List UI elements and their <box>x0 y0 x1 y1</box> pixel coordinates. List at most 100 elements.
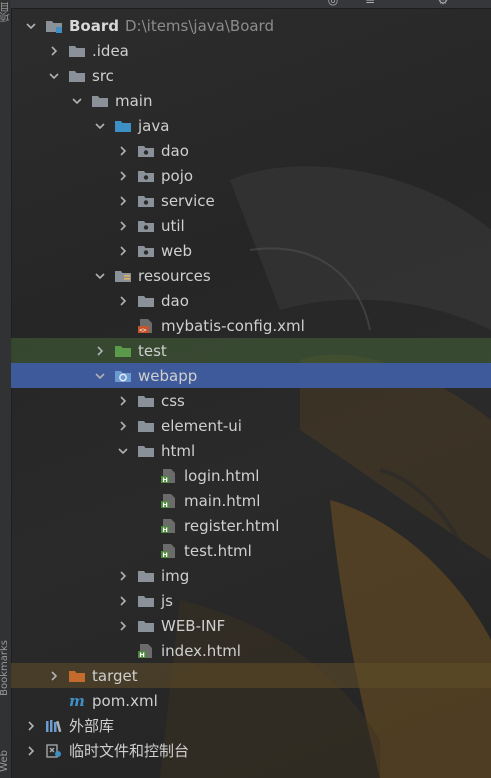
chevron-right-icon[interactable] <box>23 743 39 759</box>
html-file-icon: H <box>160 518 178 534</box>
tree-item-label: resources <box>138 266 211 285</box>
test-folder-icon <box>114 343 132 359</box>
chevron-right-icon[interactable] <box>115 243 131 259</box>
tree-row-element-ui[interactable]: element-ui <box>11 413 491 438</box>
package-icon <box>137 143 155 159</box>
svg-text:H: H <box>162 551 167 559</box>
chevron-down-icon[interactable] <box>92 268 108 284</box>
svg-text:H: H <box>139 651 144 659</box>
libraries-icon <box>45 718 63 734</box>
chevron-right-icon[interactable] <box>115 418 131 434</box>
tree-row-web-inf[interactable]: WEB-INF <box>11 613 491 638</box>
chevron-right-icon[interactable] <box>115 143 131 159</box>
tree-item-label: js <box>161 591 173 610</box>
package-icon <box>137 168 155 184</box>
folder-icon <box>91 93 109 109</box>
expand-icon[interactable]: ⌃ <box>395 0 409 7</box>
web-folder-icon <box>114 368 132 384</box>
chevron-right-icon[interactable] <box>115 293 131 309</box>
tree-row-mybatis-config-xml[interactable]: <> mybatis-config.xml <box>11 313 491 338</box>
gear-icon[interactable]: ⚙ <box>436 0 450 7</box>
tree-item-label: css <box>161 391 185 410</box>
chevron-down-icon[interactable] <box>92 368 108 384</box>
folder-icon <box>137 593 155 609</box>
tree-item-label: mybatis-config.xml <box>161 316 305 335</box>
tree-row-service[interactable]: service <box>11 188 491 213</box>
tree-row-pom-xml[interactable]: m pom.xml <box>11 688 491 713</box>
chevron-right-icon[interactable] <box>115 218 131 234</box>
chevron-down-icon[interactable] <box>46 68 62 84</box>
chevron-right-icon[interactable] <box>115 618 131 634</box>
tree-row-main[interactable]: main <box>11 88 491 113</box>
tree-row-main-html[interactable]: Hmain.html <box>11 488 491 513</box>
tree-row-img[interactable]: img <box>11 563 491 588</box>
tree-row-dao[interactable]: dao <box>11 288 491 313</box>
tree-item-label: 外部库 <box>69 717 115 735</box>
tree-row-login-html[interactable]: Hlogin.html <box>11 463 491 488</box>
module-folder-icon <box>45 18 63 34</box>
folder-icon <box>137 418 155 434</box>
tree-row-dao[interactable]: dao <box>11 138 491 163</box>
chevron-right-icon[interactable] <box>115 168 131 184</box>
tree-item-label: .idea <box>92 41 129 60</box>
tree-row-resources[interactable]: resources <box>11 263 491 288</box>
chevron-right-icon[interactable] <box>23 718 39 734</box>
chevron-down-icon[interactable] <box>115 443 131 459</box>
tree-row-临时文件和控制台[interactable]: 临时文件和控制台 <box>11 738 491 763</box>
chevron-right-icon[interactable] <box>46 43 62 59</box>
chevron-down-icon[interactable] <box>23 18 39 34</box>
chevron-right-icon[interactable] <box>115 593 131 609</box>
xml-file-icon: <> <box>137 318 155 334</box>
tree-item-label: target <box>92 666 138 685</box>
html-file-icon: H <box>137 643 155 659</box>
tree-row-外部库[interactable]: 外部库 <box>11 713 491 738</box>
tree-row-web[interactable]: web <box>11 238 491 263</box>
chevron-down-icon[interactable] <box>92 118 108 134</box>
tree-item-label: dao <box>161 141 189 160</box>
chevron-right-icon[interactable] <box>92 343 108 359</box>
tree-item-label: test.html <box>184 541 252 560</box>
tree-item-label: util <box>161 216 185 235</box>
tree-row-java[interactable]: java <box>11 113 491 138</box>
chevron-right-icon[interactable] <box>115 393 131 409</box>
tree-row-js[interactable]: js <box>11 588 491 613</box>
tree-item-label: service <box>161 191 215 210</box>
tree-row-register-html[interactable]: Hregister.html <box>11 513 491 538</box>
tree-row-html[interactable]: html <box>11 438 491 463</box>
tree-item-label: dao <box>161 291 189 310</box>
bookmarks-tab-label[interactable]: Bookmarks <box>0 640 10 696</box>
html-file-icon: H <box>160 468 178 484</box>
tree-row-util[interactable]: util <box>11 213 491 238</box>
tree-row-index-html[interactable]: Hindex.html <box>11 638 491 663</box>
tree-row-board[interactable]: Board D:\items\java\Board <box>11 13 491 38</box>
tree-row-test-html[interactable]: Htest.html <box>11 538 491 563</box>
tree-item-label: src <box>92 66 114 85</box>
tree-row-pojo[interactable]: pojo <box>11 163 491 188</box>
web-tab-label[interactable]: Web <box>0 750 10 772</box>
folder-icon <box>68 68 86 84</box>
folder-icon <box>137 618 155 634</box>
tree-item-label: 临时文件和控制台 <box>69 742 190 760</box>
tree-row-src[interactable]: src <box>11 63 491 88</box>
tree-item-label: web <box>161 241 193 260</box>
collapse-all-icon[interactable]: ≡ <box>363 0 377 7</box>
tree-row-webapp[interactable]: webapp <box>11 363 491 388</box>
tree-row-css[interactable]: css <box>11 388 491 413</box>
folder-icon <box>137 443 155 459</box>
tree-row-target[interactable]: target <box>11 663 491 688</box>
tree-item-label: test <box>138 341 167 360</box>
tree-row-test[interactable]: test <box>11 338 491 363</box>
tree-item-label: html <box>161 441 196 460</box>
chevron-right-icon[interactable] <box>115 568 131 584</box>
locate-icon[interactable]: ◎ <box>326 0 340 7</box>
svg-text:<>: <> <box>139 327 147 334</box>
tree-row--idea[interactable]: .idea <box>11 38 491 63</box>
chevron-right-icon[interactable] <box>46 668 62 684</box>
chevron-down-icon[interactable] <box>69 93 85 109</box>
tree-item-label: pom.xml <box>92 691 158 710</box>
chevron-right-icon[interactable] <box>115 193 131 209</box>
